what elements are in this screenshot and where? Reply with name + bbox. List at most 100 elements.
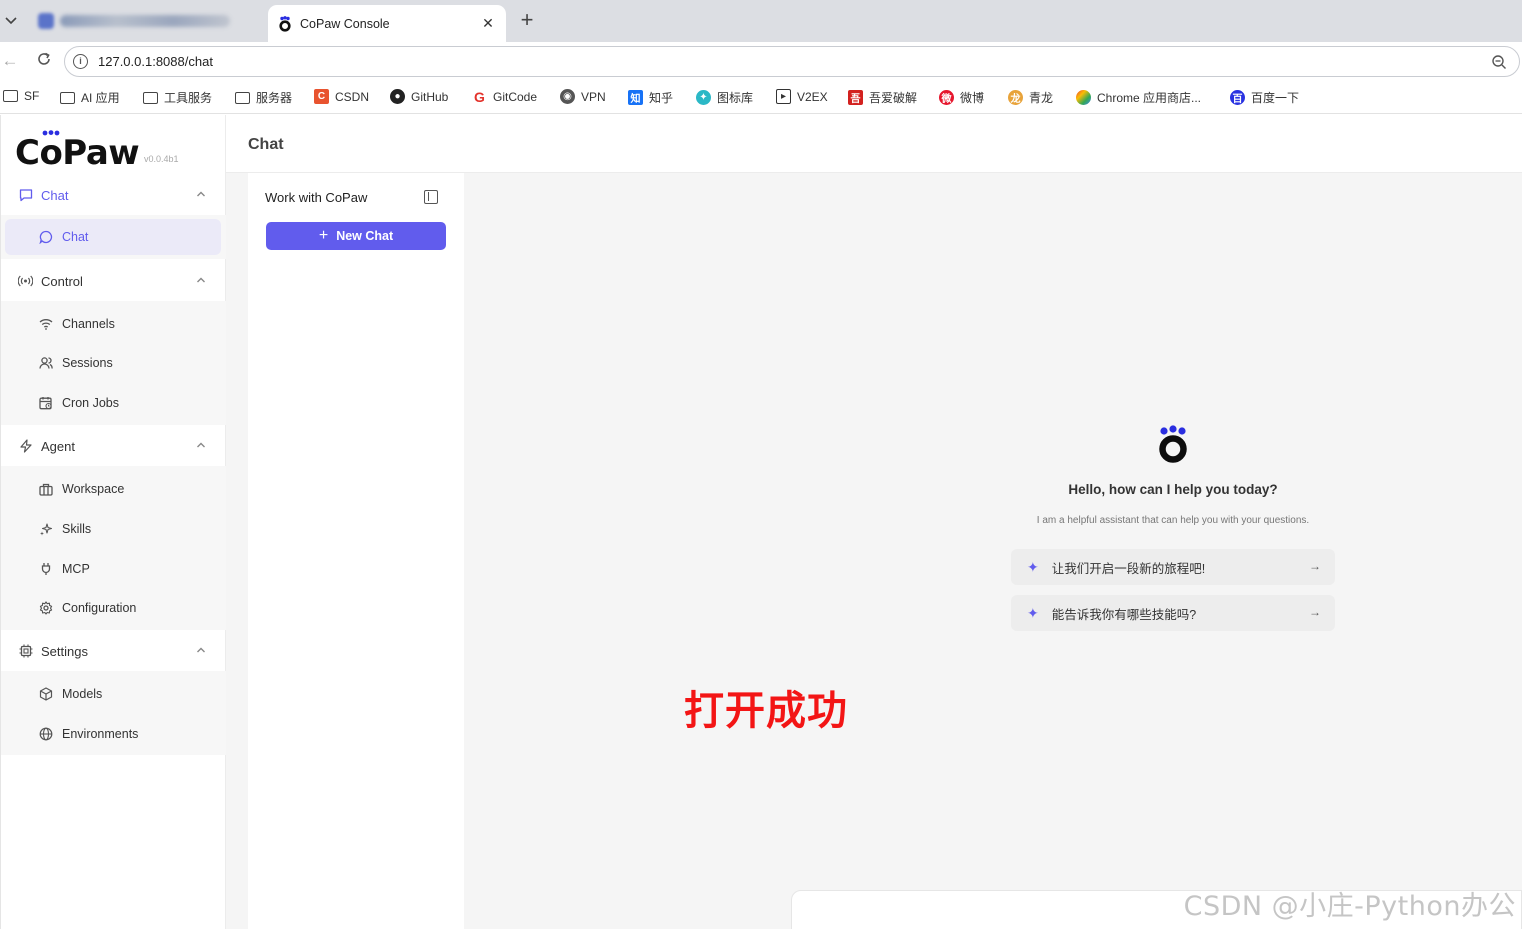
- bookmark-qinglong[interactable]: 龙青龙: [1008, 89, 1053, 106]
- sidebar-item-channels[interactable]: Channels: [5, 306, 221, 342]
- sparkle-icon: ✦: [1027, 604, 1039, 621]
- folder-icon: [3, 90, 18, 102]
- chat-main-area: Hello, how can I help you today? I am a …: [464, 173, 1522, 929]
- sidebar-group-control-items: Channels Sessions Cron Jobs: [1, 301, 226, 425]
- vpn-icon: ◉: [560, 89, 575, 104]
- zap-icon: [18, 439, 33, 454]
- sidebar-item-environments[interactable]: Environments: [5, 716, 221, 752]
- tab-search-chevron-icon[interactable]: [0, 8, 22, 34]
- chrome-store-icon: [1076, 90, 1091, 105]
- bookmark-vpn[interactable]: ◉ VPN: [560, 89, 606, 104]
- 52pojie-icon: 吾: [848, 90, 863, 105]
- broadcast-icon: [18, 274, 33, 289]
- sidebar-item-configuration[interactable]: Configuration: [5, 590, 221, 626]
- back-arrow-icon[interactable]: ←: [0, 51, 20, 71]
- conversation-panel-title: Work with CoPaw: [265, 190, 368, 205]
- bookmark-gitcode[interactable]: G GitCode: [472, 88, 537, 105]
- box-icon: [39, 687, 53, 701]
- sidebar-group-chat-items: Chat: [1, 215, 226, 259]
- bookmark-sf[interactable]: SF: [3, 89, 39, 103]
- sidebar-group-settings[interactable]: Settings: [1, 631, 226, 671]
- app-version: v0.0.4b1: [144, 154, 179, 164]
- weibo-icon: 微: [939, 90, 954, 105]
- browser-tab-inactive[interactable]: [28, 6, 264, 36]
- browser-tab-active[interactable]: CoPaw Console ✕: [268, 5, 506, 42]
- gitcode-icon: G: [474, 88, 485, 105]
- chevron-up-icon[interactable]: [196, 275, 206, 285]
- reload-icon[interactable]: [34, 51, 54, 71]
- bookmark-servers[interactable]: 服务器: [235, 89, 292, 106]
- arrow-right-icon: →: [1309, 605, 1321, 619]
- gear-icon: [39, 601, 53, 615]
- sidebar-item-mcp[interactable]: MCP: [5, 551, 221, 587]
- zhihu-icon: 知: [628, 90, 643, 105]
- bookmark-chrome-web-store[interactable]: Chrome 应用商店...: [1076, 89, 1201, 106]
- sidebar-item-models[interactable]: Models: [5, 676, 221, 712]
- sidebar-item-sessions[interactable]: Sessions: [5, 345, 221, 381]
- collapse-panel-icon[interactable]: [424, 190, 438, 204]
- bookmark-v2ex[interactable]: ▸ V2EX: [776, 89, 828, 104]
- welcome-subtitle: I am a helpful assistant that can help y…: [1036, 515, 1310, 526]
- chevron-up-icon[interactable]: [196, 645, 206, 655]
- bookmark-csdn[interactable]: C CSDN: [314, 89, 369, 104]
- page-title: Chat: [248, 136, 284, 153]
- globe-icon: [39, 727, 53, 741]
- folder-icon: [143, 91, 158, 104]
- sparkles-icon: [39, 522, 53, 536]
- zoom-magnifier-icon[interactable]: [1491, 54, 1507, 70]
- tab-title: CoPaw Console: [300, 16, 390, 31]
- conversation-panel: Work with CoPaw + New Chat: [248, 173, 464, 929]
- baidu-icon: 百: [1230, 90, 1245, 105]
- bookmark-github[interactable]: ● GitHub: [390, 89, 448, 104]
- bookmark-weibo[interactable]: 微微博: [939, 89, 984, 106]
- sidebar-group-agent[interactable]: Agent: [1, 426, 226, 466]
- briefcase-icon: [39, 482, 53, 496]
- bookmark-iconfont[interactable]: ✦ 图标库: [696, 89, 753, 106]
- sparkle-icon: ✦: [1027, 558, 1039, 575]
- calendar-clock-icon: [39, 396, 53, 410]
- close-tab-icon[interactable]: ✕: [480, 15, 496, 32]
- sidebar-item-workspace[interactable]: Workspace: [5, 471, 221, 507]
- bookmarks-bar: SF AI 应用 工具服务 服务器 C CSDN ● GitHub G GitCode…: [0, 80, 1522, 114]
- success-annotation: 打开成功: [684, 688, 848, 734]
- bookmark-zhihu[interactable]: 知知乎: [628, 89, 673, 106]
- sidebar-item-chat[interactable]: Chat: [5, 219, 221, 255]
- sidebar: CoPaw v0.0.4b1 Chat Chat Control Channel…: [0, 115, 226, 929]
- sidebar-group-settings-items: Models Environments: [1, 671, 226, 755]
- browser-tab-bar: CoPaw Console ✕ +: [0, 0, 1522, 42]
- new-chat-button[interactable]: + New Chat: [266, 222, 446, 250]
- welcome-greeting: Hello, how can I help you today?: [1068, 482, 1278, 497]
- chevron-up-icon[interactable]: [196, 189, 206, 199]
- suggested-prompt[interactable]: ✦ 能告诉我你有哪些技能吗? →: [1011, 595, 1335, 631]
- bookmark-tool-services[interactable]: 工具服务: [143, 89, 212, 106]
- folder-icon: [235, 91, 250, 104]
- sidebar-item-cron-jobs[interactable]: Cron Jobs: [5, 385, 221, 421]
- iconfont-icon: ✦: [696, 90, 711, 105]
- bookmark-baidu[interactable]: 百百度一下: [1230, 89, 1299, 106]
- plug-icon: [39, 562, 53, 576]
- url-text[interactable]: 127.0.0.1:8088/chat: [98, 54, 1491, 69]
- folder-icon: [60, 91, 75, 104]
- copaw-logo: CoPaw: [15, 133, 140, 173]
- csdn-icon: C: [314, 89, 329, 104]
- blurred-favicon-icon: [38, 13, 54, 29]
- sidebar-item-skills[interactable]: Skills: [5, 511, 221, 547]
- new-tab-icon[interactable]: +: [515, 9, 539, 33]
- bookmark-52pojie[interactable]: 吾吾爱破解: [848, 89, 917, 106]
- copaw-mascot-icon: [1159, 425, 1187, 463]
- v2ex-icon: ▸: [776, 89, 791, 104]
- sidebar-group-control[interactable]: Control: [1, 261, 226, 301]
- github-icon: ●: [390, 89, 405, 104]
- sidebar-group-chat[interactable]: Chat: [1, 175, 226, 215]
- message-circle-icon: [39, 230, 53, 244]
- site-info-icon[interactable]: i: [73, 54, 88, 69]
- page-header: Chat: [226, 115, 1522, 173]
- bookmark-ai-apps[interactable]: AI 应用: [60, 89, 120, 106]
- chevron-up-icon[interactable]: [196, 440, 206, 450]
- blurred-tab-title: [60, 15, 230, 27]
- suggested-prompt[interactable]: ✦ 让我们开启一段新的旅程吧! →: [1011, 549, 1335, 585]
- url-omnibox[interactable]: i 127.0.0.1:8088/chat: [64, 46, 1520, 77]
- cpu-icon: [18, 644, 33, 659]
- csdn-watermark: CSDN @小庄-Python办公: [1183, 891, 1516, 922]
- arrow-right-icon: →: [1309, 559, 1321, 573]
